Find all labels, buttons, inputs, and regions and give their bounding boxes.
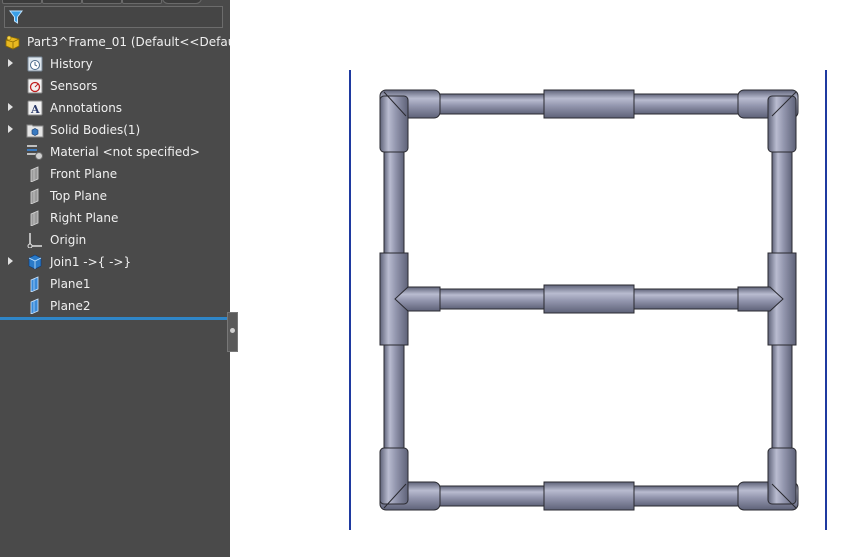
tree-root-part[interactable]: Part3^Frame_01 (Default<<Default>_ xyxy=(0,31,230,53)
tab-dimxpert-manager[interactable] xyxy=(122,0,162,4)
tree-item-history[interactable]: History xyxy=(0,53,228,75)
tree-item-solid-bodies[interactable]: Solid Bodies(1) xyxy=(0,119,228,141)
tree-item-origin[interactable]: Origin xyxy=(0,229,228,251)
part-icon xyxy=(5,35,20,50)
tree-item-label: Top Plane xyxy=(50,189,107,203)
annotations-icon: A xyxy=(27,100,43,116)
join-icon xyxy=(28,254,42,270)
plane-icon xyxy=(30,166,39,182)
pipe-frame-model[interactable] xyxy=(379,89,799,511)
rollback-bar[interactable] xyxy=(0,317,228,320)
svg-text:A: A xyxy=(30,103,40,116)
expand-arrow-icon[interactable] xyxy=(8,125,13,133)
tree-item-label: Front Plane xyxy=(50,167,118,181)
tab-configuration-manager[interactable] xyxy=(82,0,122,4)
tree-item-plane2[interactable]: Plane2 xyxy=(0,295,228,317)
tab-property-manager[interactable] xyxy=(42,0,82,4)
tree-item-join1[interactable]: Join1 ->{ ->} xyxy=(0,251,228,273)
tree-filter-field[interactable] xyxy=(4,6,223,28)
history-icon xyxy=(27,56,43,72)
corner-fitting-top-right-leg[interactable] xyxy=(767,95,797,153)
tree-item-label: Origin xyxy=(50,233,87,247)
tab-display-manager[interactable] xyxy=(162,0,202,4)
origin-icon xyxy=(27,233,42,248)
expand-arrow-icon[interactable] xyxy=(8,257,13,265)
tree-item-front-plane[interactable]: Front Plane xyxy=(0,163,228,185)
sensors-icon xyxy=(27,78,43,94)
coupler[interactable] xyxy=(543,284,635,314)
tree-item-annotations[interactable]: A Annotations xyxy=(0,97,228,119)
filter-icon[interactable] xyxy=(8,9,24,25)
tab-feature-manager[interactable] xyxy=(2,0,42,4)
solid-bodies-icon xyxy=(26,124,44,138)
tree-item-label: Solid Bodies(1) xyxy=(50,123,141,137)
expand-arrow-icon[interactable] xyxy=(8,103,13,111)
graphics-area[interactable] xyxy=(238,0,863,557)
corner-fitting-bottom-right-leg[interactable] xyxy=(767,447,797,505)
manager-tabs xyxy=(0,0,228,4)
tree-item-label: Material <not specified> xyxy=(50,145,200,159)
ref-plane-icon xyxy=(30,298,39,314)
tree-item-label: Plane1 xyxy=(50,277,91,291)
part-name-label: Part3^Frame_01 (Default<<Default>_ xyxy=(27,35,230,49)
tree-item-right-plane[interactable]: Right Plane xyxy=(0,207,228,229)
handle-grip-icon xyxy=(230,328,235,333)
tree-item-label: Sensors xyxy=(50,79,98,93)
tree-item-top-plane[interactable]: Top Plane xyxy=(0,185,228,207)
corner-fitting-top-left-leg[interactable] xyxy=(379,95,409,153)
plane-icon xyxy=(30,210,39,226)
material-icon xyxy=(27,145,43,160)
corner-fitting-bottom-left-leg[interactable] xyxy=(379,447,409,505)
tree-item-sensors[interactable]: Sensors xyxy=(0,75,228,97)
tree-item-label: Plane2 xyxy=(50,299,91,313)
feature-manager-panel: Part3^Frame_01 (Default<<Default>_ Histo… xyxy=(0,0,230,557)
tree-item-plane1[interactable]: Plane1 xyxy=(0,273,228,295)
plane-icon xyxy=(30,188,39,204)
tree-item-material[interactable]: Material <not specified> xyxy=(0,141,228,163)
coupler[interactable] xyxy=(543,481,635,511)
ref-plane-icon xyxy=(30,276,39,292)
expand-arrow-icon[interactable] xyxy=(8,59,13,67)
tree-item-label: Right Plane xyxy=(50,211,119,225)
coupler[interactable] xyxy=(543,89,635,119)
tree-item-label: Join1 ->{ ->} xyxy=(50,255,132,269)
tree-item-label: History xyxy=(50,57,93,71)
panel-collapse-handle[interactable] xyxy=(227,312,238,352)
tree-item-label: Annotations xyxy=(50,101,123,115)
